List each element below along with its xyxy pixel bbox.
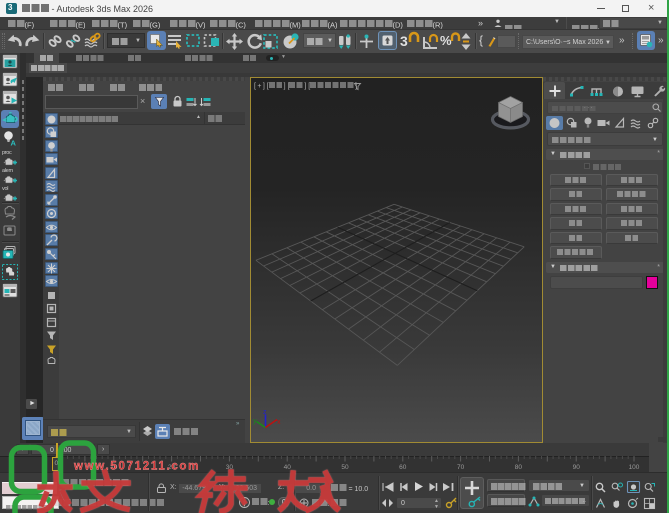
svg-text:www.5071211.com: www.5071211.com: [73, 461, 200, 473]
